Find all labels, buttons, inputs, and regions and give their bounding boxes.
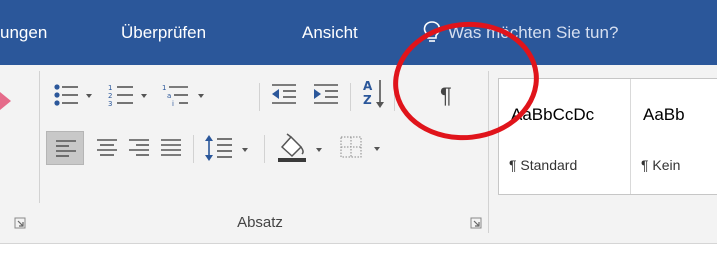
- ribbon-tab-bar: ungen Überprüfen Ansicht Was möchten Sie…: [0, 0, 717, 65]
- style-preview-standard: AaBbCcDc: [511, 105, 595, 124]
- svg-text:Z: Z: [363, 93, 372, 107]
- group-separator: [39, 71, 40, 203]
- paragraph-group-label: Absatz: [237, 214, 283, 231]
- button-separator: [394, 83, 395, 111]
- align-center-icon[interactable]: [96, 138, 118, 158]
- svg-text:A: A: [363, 79, 373, 93]
- line-spacing-icon[interactable]: [204, 133, 256, 163]
- style-tile-standard[interactable]: AaBbCcDc ¶ Standard: [499, 79, 619, 194]
- pilcrow-icon[interactable]: ¶: [440, 83, 452, 109]
- svg-text:a: a: [167, 92, 171, 100]
- style-name-kein-abstand: ¶ Kein: [641, 157, 681, 173]
- multilevel-list-icon[interactable]: 1 a i: [160, 81, 210, 109]
- button-separator: [259, 83, 260, 111]
- tab-ansicht[interactable]: Ansicht: [302, 0, 358, 65]
- lightbulb-icon[interactable]: [422, 20, 442, 44]
- button-separator: [350, 83, 351, 111]
- decrease-indent-icon[interactable]: [270, 81, 300, 109]
- style-name-standard: ¶ Standard: [509, 157, 578, 173]
- align-left-icon: [56, 140, 76, 157]
- numbered-list-icon[interactable]: 1 2 3: [105, 81, 153, 109]
- group-separator: [488, 71, 489, 233]
- style-tile-kein-abstand[interactable]: AaBb ¶ Kein: [631, 79, 717, 194]
- align-right-icon[interactable]: [128, 138, 150, 158]
- increase-indent-icon[interactable]: [312, 81, 342, 109]
- svg-text:2: 2: [108, 92, 112, 100]
- style-preview-kein-abstand: AaBb: [643, 105, 685, 124]
- tell-me-search-input[interactable]: Was möchten Sie tun?: [448, 0, 618, 65]
- font-dialog-launcher-icon[interactable]: [14, 217, 26, 229]
- sort-az-icon[interactable]: A Z: [361, 77, 387, 111]
- borders-icon[interactable]: [338, 134, 394, 162]
- button-separator: [193, 135, 194, 163]
- justify-icon[interactable]: [160, 138, 182, 158]
- svg-text:3: 3: [108, 100, 112, 108]
- svg-text:1: 1: [108, 84, 112, 92]
- font-color-swatch[interactable]: [0, 92, 11, 110]
- tab-sendungen[interactable]: ungen: [0, 0, 47, 65]
- paragraph-dialog-launcher-icon[interactable]: [470, 217, 482, 229]
- align-left-button[interactable]: [46, 131, 84, 165]
- styles-gallery: AaBbCcDc ¶ Standard AaBb ¶ Kein: [498, 78, 717, 195]
- tab-ueberpruefen[interactable]: Überprüfen: [121, 0, 206, 65]
- button-separator: [264, 135, 265, 163]
- svg-text:1: 1: [162, 84, 166, 92]
- document-area: [0, 244, 717, 261]
- svg-text:i: i: [172, 100, 174, 108]
- bullet-list-icon[interactable]: [50, 81, 98, 109]
- paint-bucket-icon[interactable]: [274, 131, 330, 165]
